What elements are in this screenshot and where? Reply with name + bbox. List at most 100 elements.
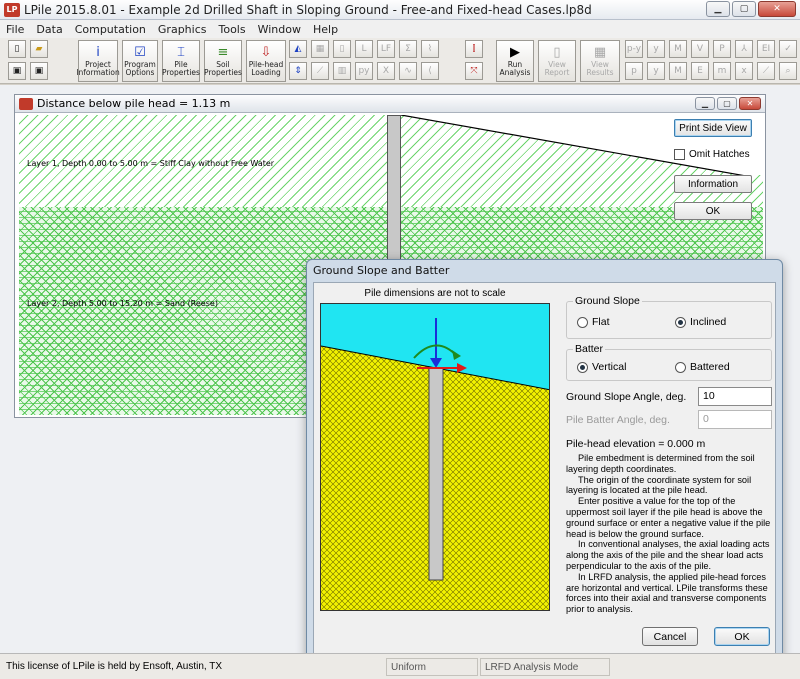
print-side-view-button[interactable]: Print Side View <box>674 119 752 137</box>
menu-window[interactable]: Window <box>258 23 301 36</box>
batter-battered-radio[interactable]: Battered <box>675 361 730 373</box>
child-close-button[interactable]: ✕ <box>739 97 761 110</box>
view-results-button[interactable]: ▦ View Results <box>580 40 620 82</box>
slope-angle-input[interactable]: 10 <box>698 387 772 406</box>
batter-angle-input[interactable]: 0 <box>698 410 772 429</box>
batter-battered-dot[interactable] <box>675 361 686 373</box>
sketch-caption: Pile dimensions are not to scale <box>364 288 506 299</box>
help-paragraph: Enter positive a value for the top of th… <box>566 496 771 539</box>
menu-computation[interactable]: Computation <box>75 23 146 36</box>
program-options-button[interactable]: ☑ Program Options <box>122 40 158 82</box>
license-text: This license of LPile is held by Ensoft,… <box>6 661 223 672</box>
menu-help[interactable]: Help <box>313 23 338 36</box>
view-report-icon: ▯ <box>553 44 561 60</box>
close-button[interactable]: ✕ <box>758 1 796 17</box>
minimize-button[interactable]: ▁ <box>706 1 730 17</box>
save-as-icon[interactable]: ▣ <box>30 62 48 80</box>
ground-slope-title: Ground Slope <box>573 295 642 307</box>
batter-group: Batter Vertical Battered <box>566 343 772 381</box>
help-paragraph: In conventional analyses, the axial load… <box>566 539 770 571</box>
help-text: Pile embedment is determined from the so… <box>566 453 772 615</box>
batter-angle-label: Pile Batter Angle, deg. <box>566 414 670 426</box>
omit-hatches-label: Omit Hatches <box>689 149 750 160</box>
xh-icon: x <box>735 62 753 80</box>
status-lrfd-mode: LRFD Analysis Mode <box>485 661 579 673</box>
view-report-label: View Report <box>544 59 570 77</box>
soil-properties-button[interactable]: ≡ Soil Properties <box>204 40 242 82</box>
side-view-app-icon <box>19 97 33 110</box>
side-view-ok-button[interactable]: OK <box>674 202 752 220</box>
layer2-label: Layer 2, Depth 5.00 to 15.20 m = Sand (R… <box>27 299 218 308</box>
x-grey-icon: X <box>377 62 395 80</box>
menu-data[interactable]: Data <box>36 23 62 36</box>
information-button[interactable]: Information <box>674 175 752 193</box>
wave-grey-icon: ∿ <box>399 62 417 80</box>
ei-icon: EI <box>757 40 775 58</box>
cancel-button[interactable]: Cancel <box>642 627 698 646</box>
ground-slope-group: Ground Slope Flat Inclined <box>566 295 772 339</box>
child-maximize-button[interactable]: ▢ <box>717 97 737 110</box>
open-folder-icon[interactable]: ▰ <box>30 40 48 58</box>
program-options-icon: ☑ <box>134 44 146 60</box>
dialog-body: Pile dimensions are not to scale Ground … <box>313 282 776 658</box>
v-icon: V <box>691 40 709 58</box>
py2-icon: p <box>625 62 643 80</box>
lf-icon: LF <box>377 40 395 58</box>
view-report-button[interactable]: ▯ View Report <box>538 40 576 82</box>
slope-flat-dot[interactable] <box>577 316 588 328</box>
py-grey-icon: py <box>355 62 373 80</box>
batter-vertical-radio[interactable]: Vertical <box>577 361 626 373</box>
slope-flat-radio[interactable]: Flat <box>577 316 610 328</box>
check-icon: ✓ <box>779 40 797 58</box>
program-options-label: Program Options <box>124 59 156 77</box>
child-minimize-button[interactable]: ▁ <box>695 97 715 110</box>
pile-red-icon[interactable]: ⫿ <box>465 40 483 58</box>
menu-tools[interactable]: Tools <box>218 23 245 36</box>
dialog-ok-button[interactable]: OK <box>714 627 770 646</box>
sigma-icon: Σ <box>399 40 417 58</box>
window-controls: ▁ ▢ ✕ <box>706 1 796 17</box>
side-view-controls: ▁ ▢ ✕ <box>695 97 761 110</box>
slope-sketch <box>320 303 550 611</box>
slope-inclined-radio[interactable]: Inclined <box>675 316 726 328</box>
slope-inclined-dot[interactable] <box>675 316 686 328</box>
menu-bar: File Data Computation Graphics Tools Win… <box>0 20 800 38</box>
zoom-icon: ⌕ <box>779 62 797 80</box>
save-icon[interactable]: ▣ <box>8 62 26 80</box>
omit-hatches-checkbox[interactable]: Omit Hatches <box>674 149 750 160</box>
slope-angle-label: Ground Slope Angle, deg. <box>566 391 687 403</box>
slope-sketch-svg <box>321 318 549 610</box>
lpile-app-icon[interactable]: LP <box>4 2 20 17</box>
toolbar: ▯ ▰ ▣ ▣ i Project Information ☑ Program Opt… <box>0 38 800 84</box>
run-analysis-button[interactable]: ▶ Run Analysis <box>496 40 534 82</box>
vertical-arrows-icon[interactable]: ⇕ <box>289 62 307 80</box>
batter-vertical-dot[interactable] <box>577 361 588 373</box>
omit-hatches-box[interactable] <box>674 149 685 160</box>
menu-file[interactable]: File <box>6 23 24 36</box>
dialog-title: Ground Slope and Batter <box>313 263 450 277</box>
graph2-icon: ⟋ <box>757 62 775 80</box>
pile-head-loading-icon: ⇩ <box>260 44 272 60</box>
slope-flat-label: Flat <box>592 316 610 328</box>
page-grey-icon: ▯ <box>333 40 351 58</box>
pile-drawing-icon[interactable]: ◭ <box>289 40 307 58</box>
help-paragraph: Pile embedment is determined from the so… <box>566 453 755 474</box>
p-icon: P <box>713 40 731 58</box>
menu-graphics[interactable]: Graphics <box>158 23 207 36</box>
ground-slope-dialog: Ground Slope and Batter Pile dimensions … <box>306 259 783 665</box>
m3-icon: m <box>713 62 731 80</box>
maximize-button[interactable]: ▢ <box>732 1 756 17</box>
bracket-grey-icon: ⟨ <box>421 62 439 80</box>
new-file-icon[interactable]: ▯ <box>8 40 26 58</box>
help-paragraph: The origin of the coordinate system for … <box>566 474 752 496</box>
e-icon: E <box>691 62 709 80</box>
graph-grey-icon: ⟋ <box>311 62 329 80</box>
pile-properties-button[interactable]: ⌶ Pile Properties <box>162 40 200 82</box>
pile-head-loading-button[interactable]: ⇩ Pile-head Loading <box>246 40 286 82</box>
batter-battered-label: Battered <box>690 361 730 373</box>
report-grey-icon: ▦ <box>311 40 329 58</box>
project-information-button[interactable]: i Project Information <box>76 40 120 82</box>
scale-arrows-icon[interactable]: ⤧ <box>465 62 483 80</box>
pile-head-loading-label: Pile-head Loading <box>248 59 284 77</box>
m2-icon: M <box>669 62 687 80</box>
